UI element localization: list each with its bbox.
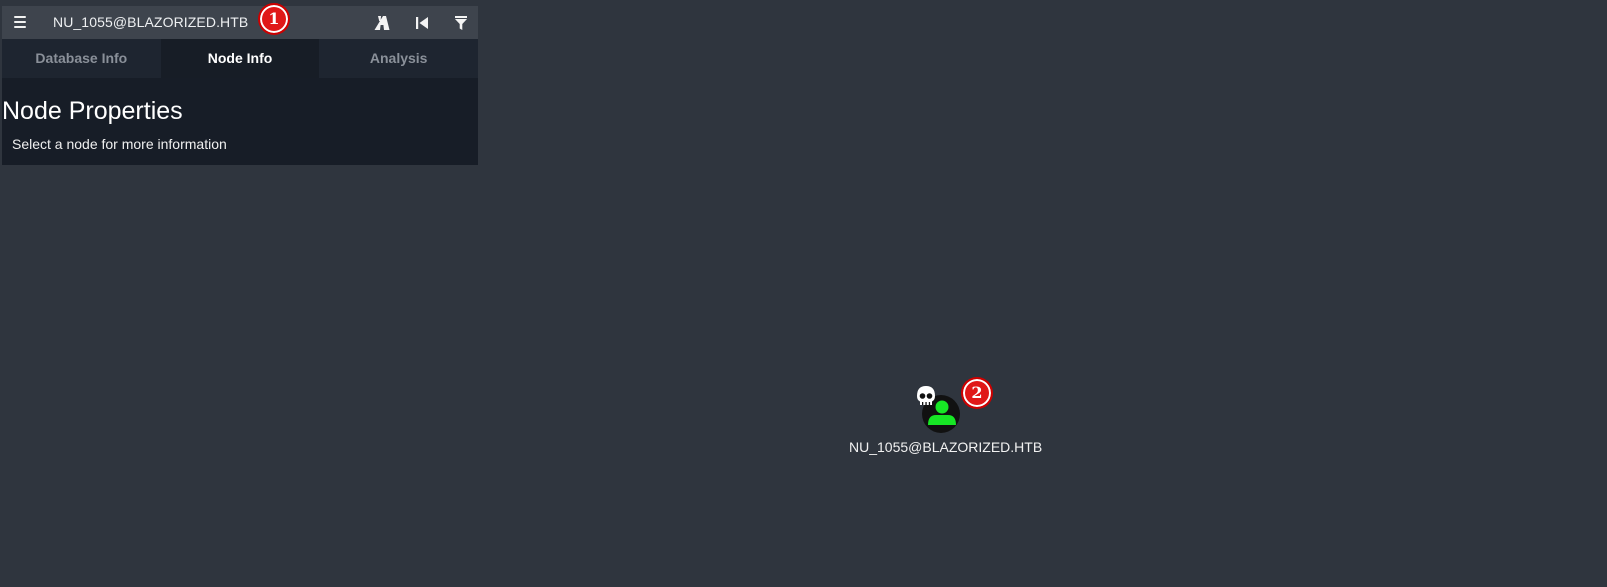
annotation-badge-1: 1 bbox=[259, 4, 289, 34]
node-properties-panel: Node Properties Select a node for more i… bbox=[2, 78, 478, 165]
panel-hint: Select a node for more information bbox=[12, 136, 227, 152]
search-bar: NU_1055@BLAZORIZED.HTB bbox=[2, 6, 478, 39]
graph-node-label: NU_1055@BLAZORIZED.HTB bbox=[849, 439, 1043, 455]
hamburger-menu-icon[interactable] bbox=[14, 13, 30, 31]
annotation-badge-2: 2 bbox=[962, 378, 992, 408]
tab-node-info[interactable]: Node Info bbox=[160, 39, 320, 78]
filter-icon[interactable] bbox=[451, 13, 471, 33]
panel-title: Node Properties bbox=[2, 97, 183, 125]
tab-database-info[interactable]: Database Info bbox=[2, 39, 161, 78]
pathfinding-road-icon[interactable] bbox=[372, 13, 392, 33]
info-tabs: Database Info Node Info Analysis bbox=[2, 39, 479, 78]
back-icon[interactable] bbox=[412, 13, 432, 33]
graph-node-user[interactable] bbox=[914, 385, 964, 435]
tab-analysis[interactable]: Analysis bbox=[319, 39, 479, 78]
search-input[interactable]: NU_1055@BLAZORIZED.HTB bbox=[53, 6, 248, 39]
